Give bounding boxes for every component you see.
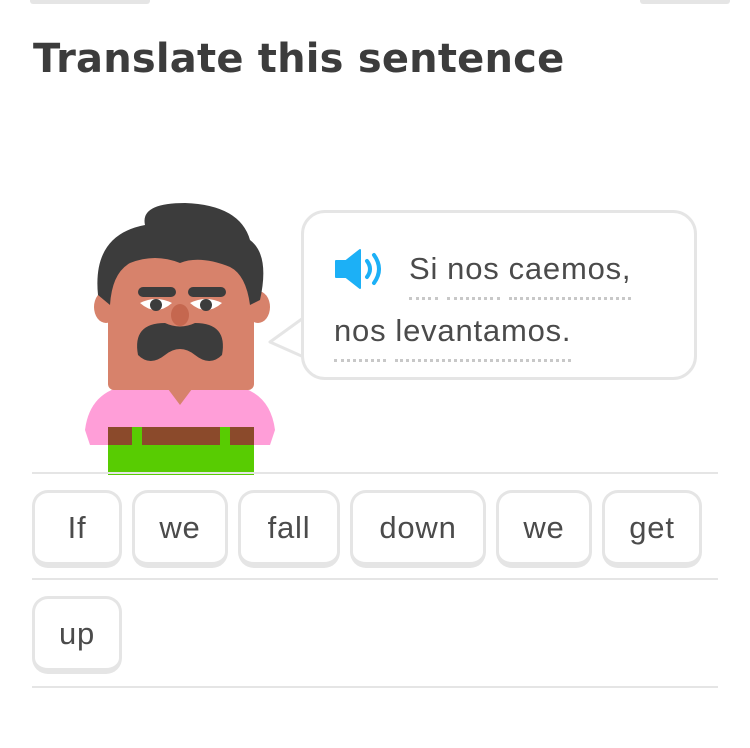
speech-bubble: Si nos caemos, nos levantamos. [301, 210, 697, 380]
speaker-button[interactable] [332, 247, 388, 291]
page-title: Translate this sentence [33, 36, 565, 82]
word-tile-if[interactable]: If [32, 490, 122, 568]
prompt-word[interactable]: nos [447, 251, 500, 300]
word-tile-up[interactable]: up [32, 596, 122, 674]
word-tile-we[interactable]: we [496, 490, 592, 568]
answer-line [32, 472, 718, 474]
answer-line [32, 686, 718, 688]
answer-line [32, 578, 718, 580]
prompt-line-1: Si nos caemos, [409, 251, 640, 300]
prompt-word[interactable]: nos [334, 313, 387, 362]
prompt-word[interactable]: Si [409, 251, 439, 300]
word-tile-down[interactable]: down [350, 490, 486, 568]
prompt-line-2: nos levantamos. [334, 313, 580, 362]
speaker-icon [335, 249, 381, 289]
character-illustration [85, 203, 275, 475]
prompt-word[interactable]: levantamos. [395, 313, 572, 362]
word-tile-we[interactable]: we [132, 490, 228, 568]
status-sliver [0, 0, 750, 6]
prompt-word[interactable]: caemos, [508, 251, 632, 300]
word-tile-fall[interactable]: fall [238, 490, 340, 568]
word-tile-get[interactable]: get [602, 490, 702, 568]
speech-bubble-tail [268, 314, 306, 360]
